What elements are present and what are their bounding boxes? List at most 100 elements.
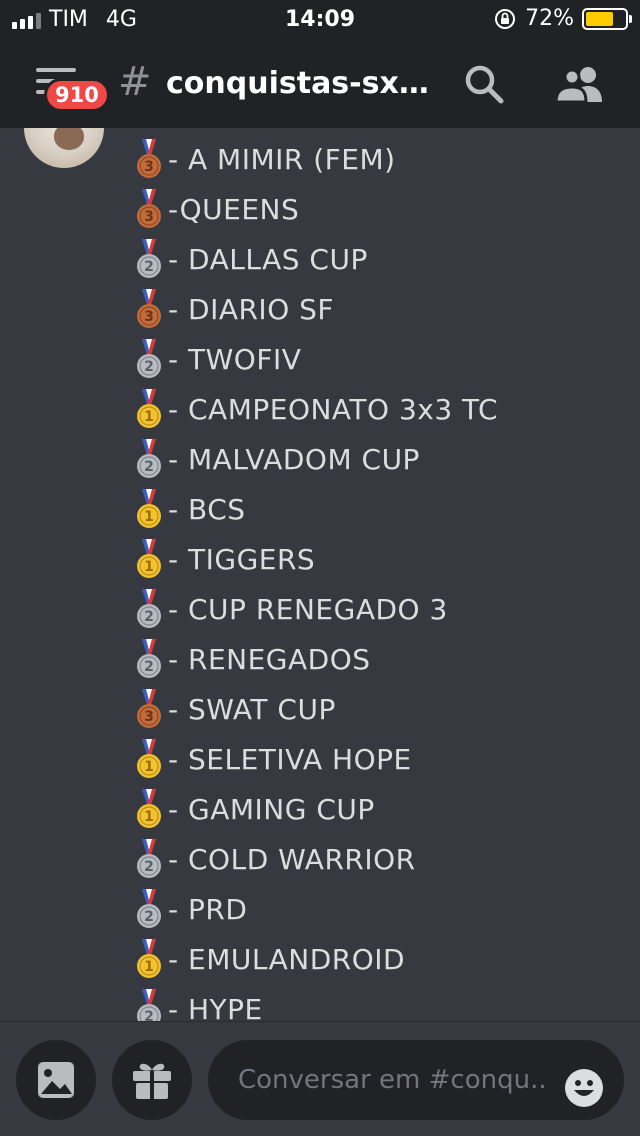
message-text: - A MIMIR (FEM) bbox=[168, 142, 396, 176]
message-line: 2 - DALLAS CUP bbox=[134, 234, 498, 284]
gold-medal-icon: 1 bbox=[137, 939, 161, 978]
message-input-placeholder: Conversar em #conqu.. bbox=[238, 1065, 547, 1095]
members-icon bbox=[554, 67, 602, 104]
message-text: - DALLAS CUP bbox=[168, 242, 368, 276]
members-button[interactable] bbox=[552, 62, 610, 106]
attach-image-button[interactable] bbox=[16, 1040, 96, 1120]
message-line: 3 - DIARIO SF bbox=[134, 284, 498, 334]
message-line: 3 - A MIMIR (FEM) bbox=[134, 134, 498, 184]
silver-medal-icon: 2 bbox=[137, 639, 161, 678]
medal-number: 2 bbox=[144, 359, 154, 375]
message-line: 2 - PRD bbox=[134, 884, 498, 934]
medal-number: 1 bbox=[144, 759, 154, 775]
message-text: -QUEENS bbox=[168, 192, 300, 226]
gold-medal-icon: 1 bbox=[137, 739, 161, 778]
message-line: 1 - SELETIVA HOPE bbox=[134, 734, 498, 784]
image-icon bbox=[38, 1062, 74, 1098]
silver-medal-icon: 2 bbox=[137, 239, 161, 278]
bronze-medal-icon: 3 bbox=[137, 139, 161, 178]
message-text: - PRD bbox=[168, 892, 248, 926]
top-bar: TIM 4G 14:09 72% 910 # conquistas-sx-... bbox=[0, 0, 640, 128]
message-line: 1 - BCS bbox=[134, 484, 498, 534]
battery-percent: 72% bbox=[525, 6, 574, 31]
message-input[interactable]: Conversar em #conqu.. bbox=[208, 1040, 624, 1120]
message-text: - BCS bbox=[168, 492, 246, 526]
message-line: 1 - CAMPEONATO 3x3 TC bbox=[134, 384, 498, 434]
orientation-lock-icon bbox=[495, 8, 516, 29]
silver-medal-icon: 2 bbox=[137, 889, 161, 928]
gift-icon bbox=[133, 1063, 171, 1099]
gold-medal-icon: 1 bbox=[137, 789, 161, 828]
medal-number: 2 bbox=[144, 1009, 154, 1021]
emoji-button[interactable] bbox=[564, 1060, 604, 1107]
message-list[interactable]: 3 - A MIMIR (FEM) 3 -QUEENS 2 - DALLAS CUP… bbox=[0, 128, 640, 1021]
silver-medal-icon: 2 bbox=[137, 989, 161, 1021]
message-line: 2 - RENEGADOS bbox=[134, 634, 498, 684]
medal-number: 3 bbox=[144, 709, 154, 725]
channel-header: 910 # conquistas-sx-... bbox=[0, 40, 640, 128]
message-line: 2 - CUP RENEGADO 3 bbox=[134, 584, 498, 634]
message-line: 2 - COLD WARRIOR bbox=[134, 834, 498, 884]
medal-number: 3 bbox=[144, 309, 154, 325]
gold-medal-icon: 1 bbox=[137, 389, 161, 428]
message-text: - MALVADOM CUP bbox=[168, 442, 420, 476]
medal-number: 1 bbox=[144, 559, 154, 575]
search-icon bbox=[465, 65, 504, 104]
medal-number: 3 bbox=[144, 159, 154, 175]
message-line: 3 - SWAT CUP bbox=[134, 684, 498, 734]
message-line: 2 - HYPE bbox=[134, 984, 498, 1021]
message-text: - SELETIVA HOPE bbox=[168, 742, 412, 776]
gold-medal-icon: 1 bbox=[137, 489, 161, 528]
medal-number: 1 bbox=[144, 409, 154, 425]
medal-number: 2 bbox=[144, 459, 154, 475]
message-text: - RENEGADOS bbox=[168, 642, 371, 676]
message-text: - CUP RENEGADO 3 bbox=[168, 592, 448, 626]
silver-medal-icon: 2 bbox=[137, 839, 161, 878]
gift-button[interactable] bbox=[112, 1040, 192, 1120]
menu-button[interactable]: 910 bbox=[28, 56, 110, 112]
message-line: 2 - MALVADOM CUP bbox=[134, 434, 498, 484]
message-line: 2 - TWOFIV bbox=[134, 334, 498, 384]
message-text: - SWAT CUP bbox=[168, 692, 336, 726]
medal-number: 1 bbox=[144, 809, 154, 825]
message-text: - DIARIO SF bbox=[168, 292, 335, 326]
bronze-medal-icon: 3 bbox=[137, 289, 161, 328]
medal-number: 2 bbox=[144, 259, 154, 275]
avatar[interactable] bbox=[24, 128, 104, 168]
silver-medal-icon: 2 bbox=[137, 439, 161, 478]
search-button[interactable] bbox=[462, 62, 506, 106]
status-bar: TIM 4G 14:09 72% bbox=[0, 0, 640, 40]
medal-number: 2 bbox=[144, 659, 154, 675]
message-content: 3 - A MIMIR (FEM) 3 -QUEENS 2 - DALLAS CUP… bbox=[134, 134, 498, 1021]
message-text: - HYPE bbox=[168, 992, 263, 1022]
message-line: 1 - TIGGERS bbox=[134, 534, 498, 584]
medal-number: 2 bbox=[144, 859, 154, 875]
message-line: 1 - EMULANDROID bbox=[134, 934, 498, 984]
channel-hash-icon: # bbox=[118, 59, 152, 105]
channel-name[interactable]: conquistas-sx-... bbox=[166, 66, 436, 101]
message-text: - TWOFIV bbox=[168, 342, 302, 376]
silver-medal-icon: 2 bbox=[137, 339, 161, 378]
message-line: 1 - GAMING CUP bbox=[134, 784, 498, 834]
gold-medal-icon: 1 bbox=[137, 539, 161, 578]
message-text: - GAMING CUP bbox=[168, 792, 375, 826]
bronze-medal-icon: 3 bbox=[137, 689, 161, 728]
message-line: 3 -QUEENS bbox=[134, 184, 498, 234]
medal-number: 3 bbox=[144, 209, 154, 225]
message-composer: Conversar em #conqu.. bbox=[0, 1021, 640, 1136]
medal-number: 1 bbox=[144, 959, 154, 975]
silver-medal-icon: 2 bbox=[137, 589, 161, 628]
status-right: 72% bbox=[493, 6, 632, 31]
medal-number: 2 bbox=[144, 609, 154, 625]
notification-badge: 910 bbox=[44, 78, 110, 112]
avatar-face bbox=[54, 128, 84, 150]
battery-fill bbox=[586, 11, 614, 26]
battery-icon bbox=[582, 7, 632, 30]
message-text: - CAMPEONATO 3x3 TC bbox=[168, 392, 499, 426]
message-text: - EMULANDROID bbox=[168, 942, 406, 976]
message-text: - COLD WARRIOR bbox=[168, 842, 416, 876]
message-text: - TIGGERS bbox=[168, 542, 316, 576]
emoji-icon bbox=[565, 1069, 603, 1107]
bronze-medal-icon: 3 bbox=[137, 189, 161, 228]
discord-app: TIM 4G 14:09 72% 910 # conquistas-sx-...… bbox=[0, 0, 640, 1136]
